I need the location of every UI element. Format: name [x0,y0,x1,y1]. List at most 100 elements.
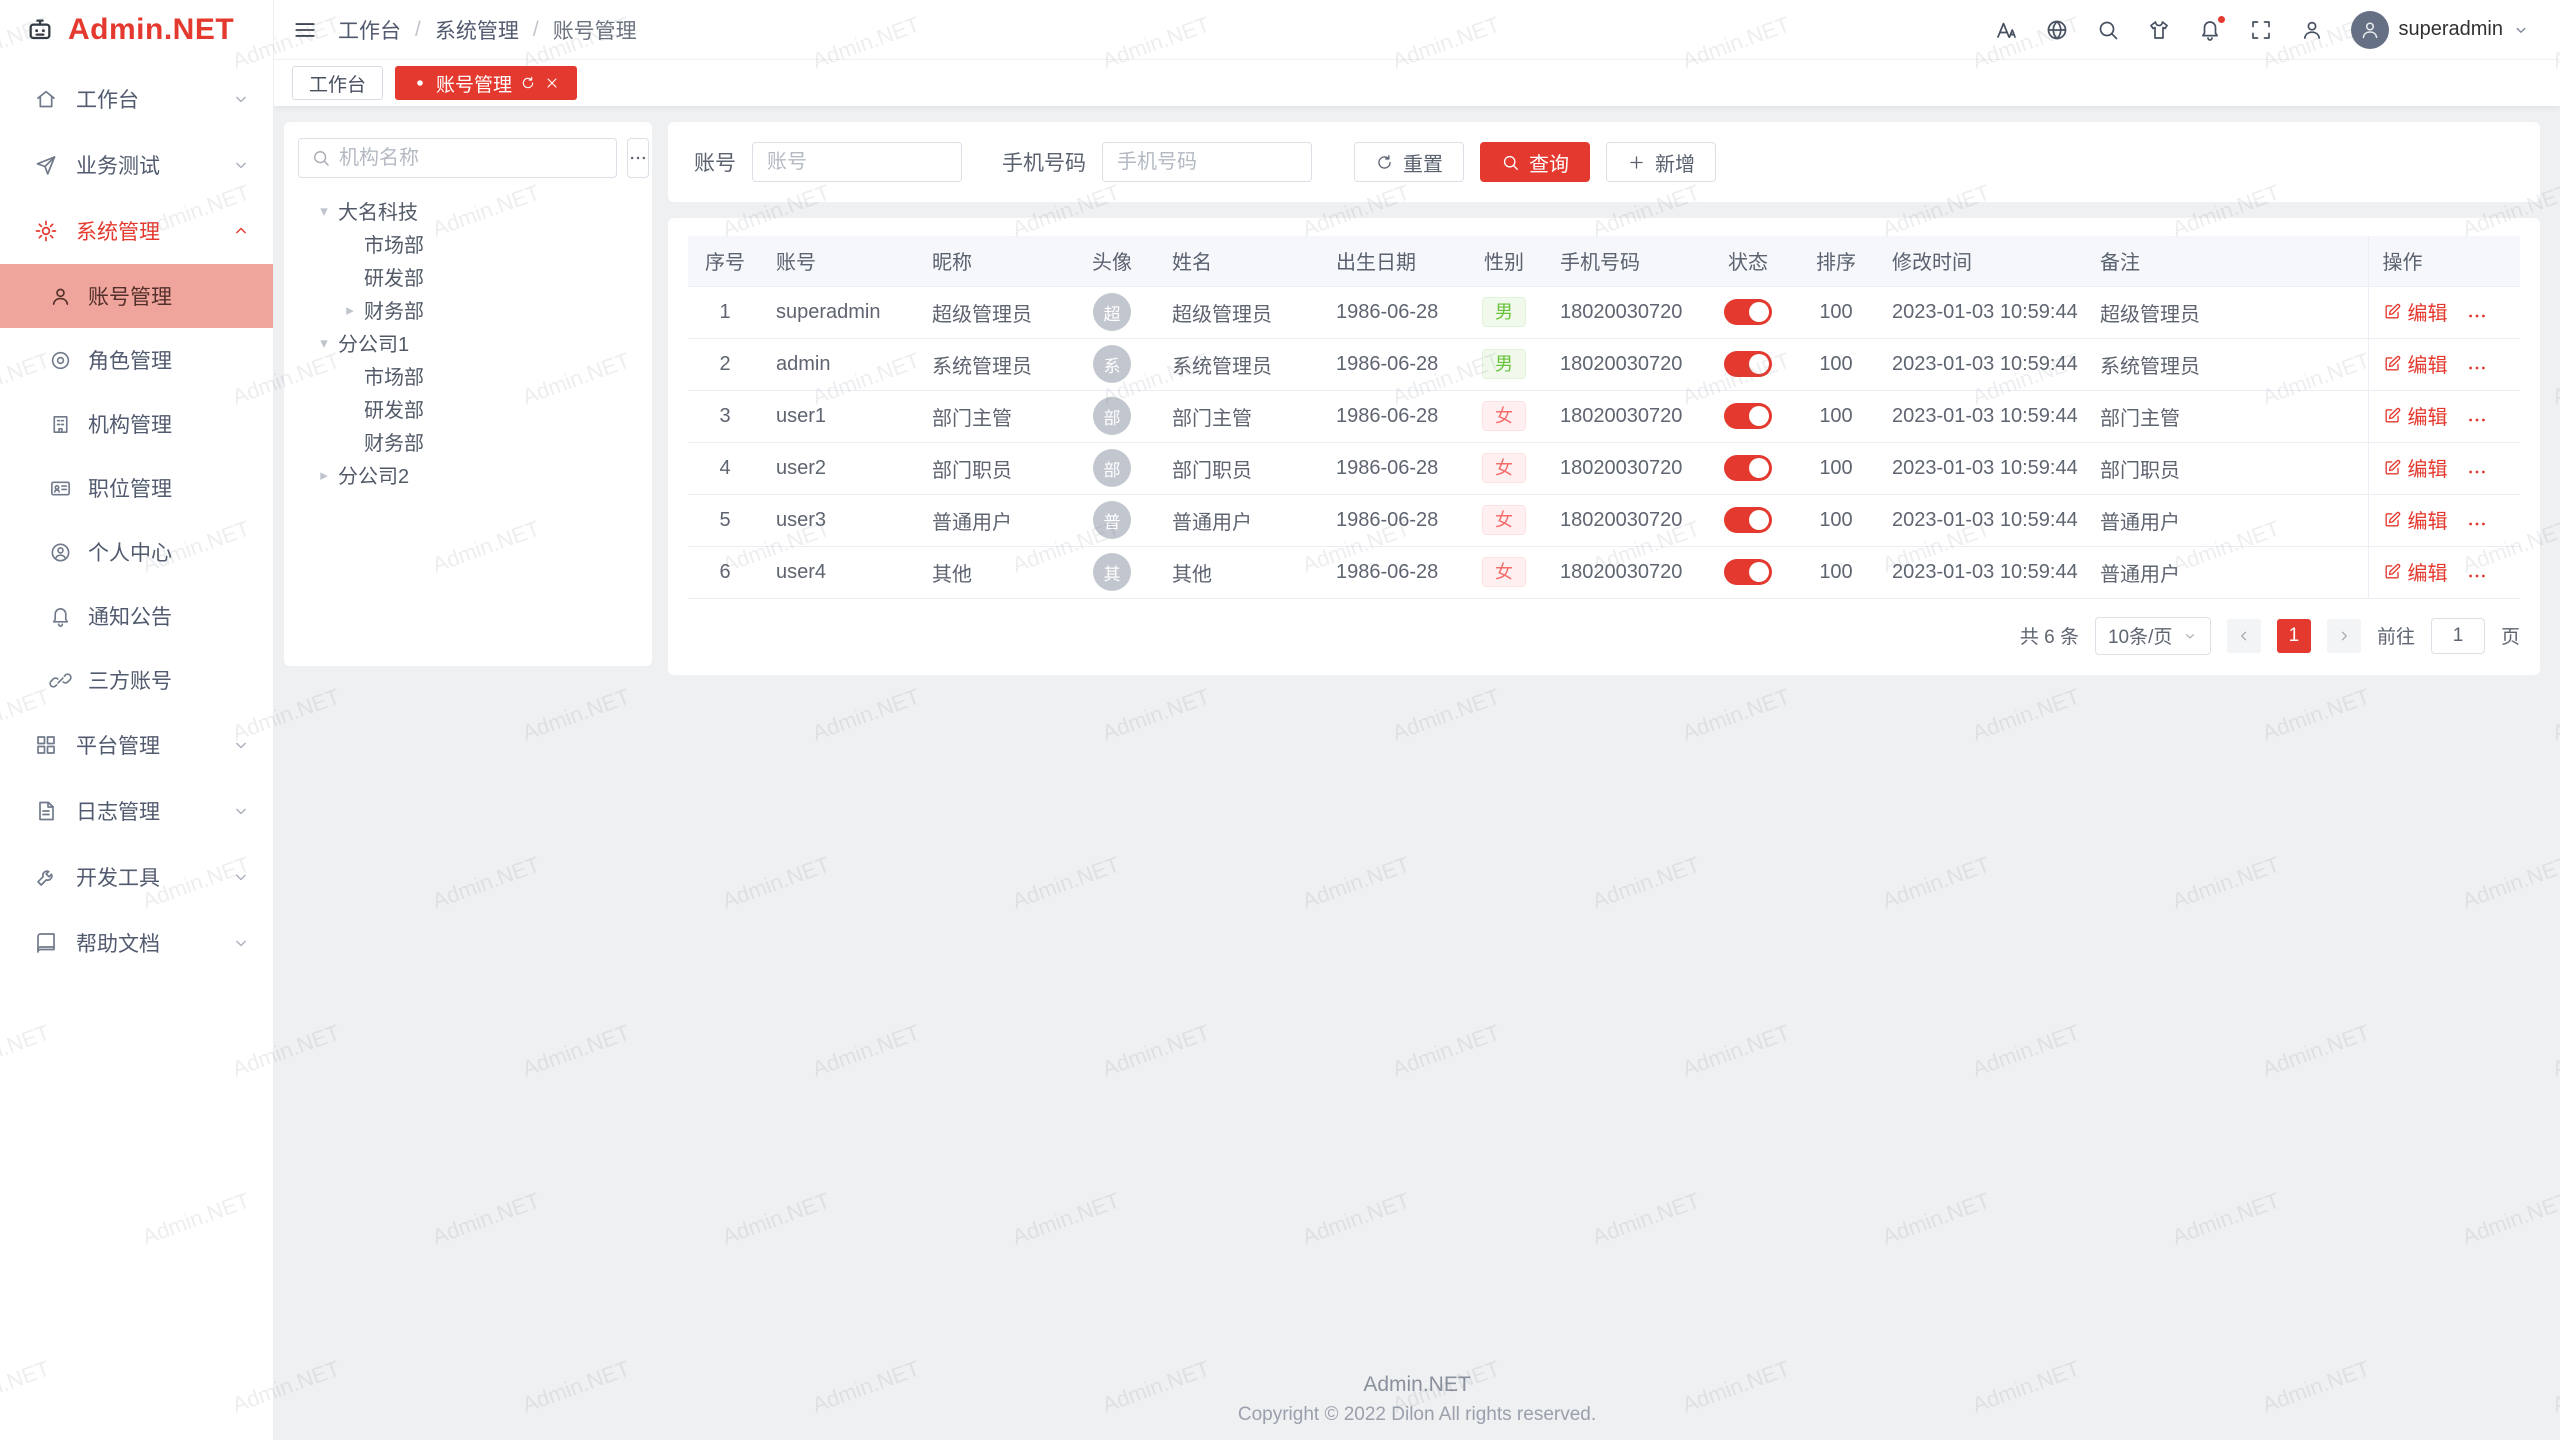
tree-caret-icon[interactable]: ▾ [310,334,338,352]
row-more-button[interactable] [2466,513,2488,535]
tree-node[interactable]: 研发部 [298,392,638,425]
header-search-button[interactable] [2096,18,2120,42]
edit-icon [2383,510,2402,529]
avatar: 系 [1093,345,1131,383]
tree-caret-icon[interactable]: ▸ [336,301,364,319]
column-header: 账号 [762,236,918,286]
tab-workbench[interactable]: 工作台 [292,66,383,100]
tree-node[interactable]: 研发部 [298,260,638,293]
row-more-button[interactable] [2466,461,2488,483]
breadcrumb-item[interactable]: 工作台 [338,15,401,45]
plus-icon [1627,153,1646,172]
query-button[interactable]: 查询 [1480,142,1590,182]
tab-account-management[interactable]: 账号管理 [395,66,577,100]
reset-button[interactable]: 重置 [1354,142,1464,182]
tree-node[interactable]: 市场部 [298,359,638,392]
sidebar-item-help-docs[interactable]: 帮助文档 [0,910,273,976]
status-toggle[interactable] [1724,507,1772,533]
search-icon [311,148,331,168]
status-toggle[interactable] [1724,455,1772,481]
sidebar-item-log-management[interactable]: 日志管理 [0,778,273,844]
add-button[interactable]: 新增 [1606,142,1716,182]
sidebar-item-position-management[interactable]: 职位管理 [0,456,273,520]
tree-node[interactable]: ▸分公司2 [298,458,638,491]
prev-page-button[interactable] [2227,619,2261,653]
cell-seq: 4 [688,442,762,494]
sidebar-item-account-management[interactable]: 账号管理 [0,264,273,328]
theme-button[interactable] [2147,18,2171,42]
tree-node-label: 财务部 [364,427,424,456]
menu-collapse-button[interactable] [292,17,318,43]
edit-button[interactable]: 编辑 [2383,349,2448,378]
sidebar-item-label: 职位管理 [88,473,251,503]
sidebar-item-label: 机构管理 [88,409,251,439]
tab-close-button[interactable] [544,75,560,91]
app-logo[interactable]: Admin.NET [0,0,273,60]
status-toggle[interactable] [1724,299,1772,325]
row-more-button[interactable] [2466,565,2488,587]
status-toggle[interactable] [1724,351,1772,377]
edit-button[interactable]: 编辑 [2383,557,2448,586]
row-more-button[interactable] [2466,357,2488,379]
tree-node[interactable]: ▸财务部 [298,293,638,326]
next-page-button[interactable] [2327,619,2361,653]
sidebar-item-org-management[interactable]: 机构管理 [0,392,273,456]
notification-button[interactable] [2198,18,2222,42]
cell-modified-time: 2023-01-03 10:59:44 [1878,338,2086,390]
user-config-button[interactable] [2300,18,2324,42]
cell-modified-time: 2023-01-03 10:59:44 [1878,286,2086,338]
sidebar-item-notice-announcement[interactable]: 通知公告 [0,584,273,648]
tree-caret-icon[interactable]: ▾ [310,202,338,220]
sidebar-item-system-management[interactable]: 系统管理 [0,198,273,264]
tree-node[interactable]: 财务部 [298,425,638,458]
fullscreen-button[interactable] [2249,18,2273,42]
row-more-button[interactable] [2466,409,2488,431]
breadcrumb-item[interactable]: 系统管理 [435,15,519,45]
sidebar-item-role-management[interactable]: 角色管理 [0,328,273,392]
cell-birth-date: 1986-06-28 [1322,442,1462,494]
tab-refresh-button[interactable] [520,75,536,91]
tree-node[interactable]: ▾大名科技 [298,194,638,227]
tree-node[interactable]: 市场部 [298,227,638,260]
sidebar-item-business-test[interactable]: 业务测试 [0,132,273,198]
account-input[interactable] [752,142,962,182]
sidebar-item-personal-center[interactable]: 个人中心 [0,520,273,584]
org-more-button[interactable] [627,138,649,178]
search-icon [311,148,331,168]
font-size-button[interactable] [1994,18,2018,42]
cell-phone: 18020030720 [1546,338,1702,390]
edit-button[interactable]: 编辑 [2383,505,2448,534]
page-1-button[interactable]: 1 [2277,619,2311,653]
sidebar-item-third-party-account[interactable]: 三方账号 [0,648,273,712]
chevron-down-icon [231,867,251,887]
sidebar-item-platform-management[interactable]: 平台管理 [0,712,273,778]
cell-operations: 编辑 [2368,286,2520,338]
user-menu[interactable]: superadmin [2351,11,2530,49]
row-more-button[interactable] [2466,305,2488,327]
avatar: 部 [1093,449,1131,487]
edit-button[interactable]: 编辑 [2383,453,2448,482]
tree-node[interactable]: ▾分公司1 [298,326,638,359]
sidebar-item-dev-tools[interactable]: 开发工具 [0,844,273,910]
avatar: 超 [1093,293,1131,331]
language-button[interactable] [2045,18,2069,42]
search-icon [2096,18,2120,42]
org-search-input[interactable] [339,147,604,170]
edit-button[interactable]: 编辑 [2383,401,2448,430]
cell-nickname: 部门职员 [918,442,1066,494]
status-toggle[interactable] [1724,559,1772,585]
search-icon [1501,153,1520,172]
page-size-select[interactable]: 10条/页 [2095,617,2211,655]
sidebar-item-workbench[interactable]: 工作台 [0,66,273,132]
gender-tag: 男 [1482,349,1526,379]
org-tree: ▾大名科技市场部研发部▸财务部▾分公司1市场部研发部财务部▸分公司2 [298,194,638,491]
sidebar-item-label: 平台管理 [76,730,231,760]
chevron-down-icon [231,933,251,953]
phone-input[interactable] [1102,142,1312,182]
goto-page-input[interactable] [2431,618,2485,654]
cell-seq: 1 [688,286,762,338]
status-toggle[interactable] [1724,403,1772,429]
edit-button-label: 编辑 [2408,401,2448,430]
edit-button[interactable]: 编辑 [2383,297,2448,326]
tree-caret-icon[interactable]: ▸ [310,466,338,484]
